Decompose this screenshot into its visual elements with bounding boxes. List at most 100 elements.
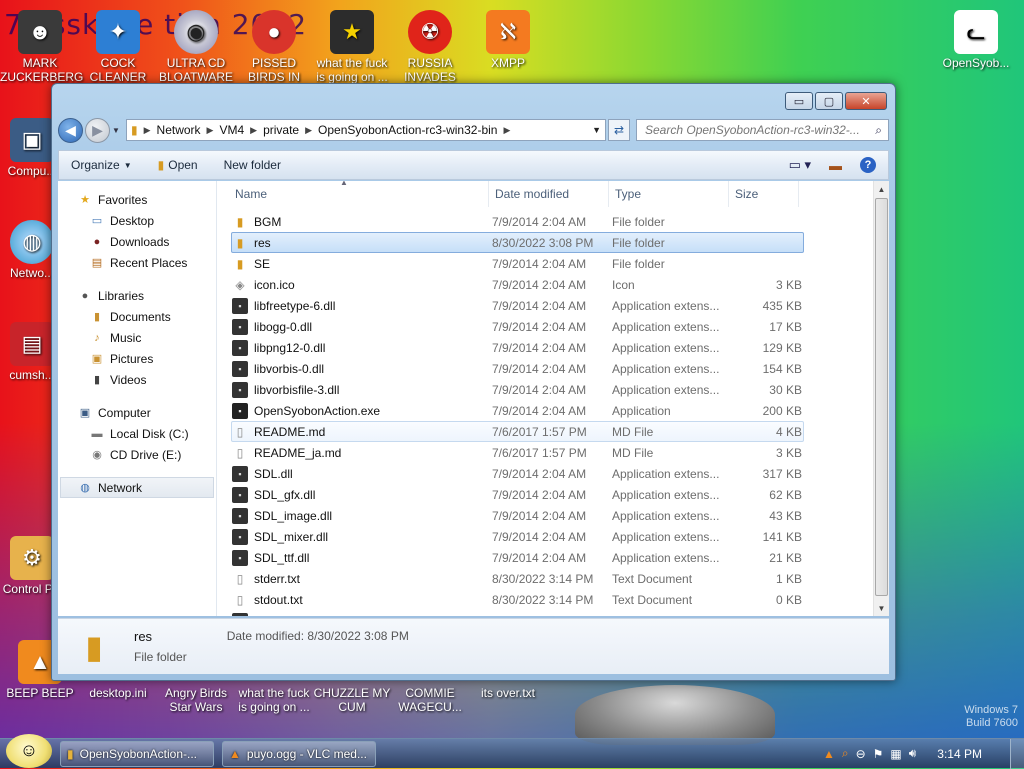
desktop-icon-russia-invades[interactable]: ☢ RUSSIA INVADES <box>390 10 470 84</box>
volume-icon[interactable]: 🔊︎ <box>909 746 917 761</box>
clock[interactable]: 3:14 PM <box>937 747 982 761</box>
file-row[interactable]: ▪ libvorbisfile-3.dll 7/9/2014 2:04 AM Appl… <box>231 379 804 400</box>
arrow-right-icon: ▶ <box>92 121 103 138</box>
desktop-icon-label: ULTRA CD BLOATWARE <box>158 56 233 84</box>
file-row[interactable]: ▮ BGM 7/9/2014 2:04 AM File folder <box>231 211 804 232</box>
desktop-icon-cock-cleaner[interactable]: ✦ COCK CLEANER <box>78 10 158 84</box>
file-row[interactable]: ▪ SDL_mixer.dll 7/9/2014 2:04 AM Applicatio… <box>231 526 804 547</box>
desktop-icon-ultra-cd[interactable]: ◉ ULTRA CD BLOATWARE <box>156 10 236 84</box>
file-row[interactable]: ▪ SDL_image.dll 7/9/2014 2:04 AM Applicatio… <box>231 505 804 526</box>
breadcrumb-network[interactable]: Network <box>157 123 201 137</box>
refresh-button[interactable]: ⇄ <box>608 119 630 141</box>
search-input[interactable] <box>643 122 876 138</box>
file-name: libvorbisfile-3.dll <box>254 382 340 397</box>
taskbar-button-vlc[interactable]: ▲ puyo.ogg - VLC med... <box>222 740 376 767</box>
help-icon[interactable]: ? <box>860 157 876 173</box>
breadcrumb-private[interactable]: private <box>263 123 299 137</box>
nav-libraries[interactable]: ● Libraries <box>58 285 216 306</box>
desktop-icon-what-the-fuck-1[interactable]: ★ what the fuck is going on ... <box>312 10 392 84</box>
breadcrumb-current[interactable]: OpenSyobonAction-rc3-win32-bin <box>318 123 497 137</box>
nav-recent-places[interactable]: ▤ Recent Places <box>58 252 216 273</box>
network-tray-icon[interactable]: ▦ <box>890 747 901 761</box>
file-row[interactable]: ▪ libvorbis-0.dll 7/9/2014 2:04 AM Applicat… <box>231 358 804 379</box>
file-row[interactable]: ▯ README.md 7/6/2017 1:57 PM MD File 4 KB <box>231 421 804 442</box>
tray-circle-icon[interactable]: ⊖ <box>856 747 866 761</box>
nav-documents[interactable]: ▮ Documents <box>58 306 216 327</box>
breadcrumb-vm4[interactable]: VM4 <box>219 123 244 137</box>
nav-videos[interactable]: ▮ Videos <box>58 369 216 390</box>
file-row[interactable]: ▮ SE 7/9/2014 2:04 AM File folder <box>231 253 804 274</box>
file-row[interactable]: ▯ stdout.txt 8/30/2022 3:14 PM Text Documen… <box>231 589 804 610</box>
start-button[interactable]: ☺ <box>6 733 52 768</box>
breadcrumb-separator-icon[interactable]: ▶ <box>250 125 257 136</box>
file-row[interactable]: ▪ libpng12-0.dll 7/9/2014 2:04 AM Applicati… <box>231 337 804 358</box>
desktop-icon-xmpp[interactable]: ℵ XMPP <box>468 10 548 70</box>
file-date: 7/9/2014 2:04 AM <box>492 214 587 229</box>
breadcrumb-separator-icon[interactable]: ▶ <box>305 125 312 136</box>
search-box[interactable]: ⌕ <box>636 119 889 141</box>
breadcrumb-separator-icon[interactable]: ▶ <box>144 125 151 136</box>
desktop-icon-opensyobon[interactable]: ᓚ OpenSyob... <box>936 10 1016 70</box>
nav-cd-drive[interactable]: ◉ CD Drive (E:) <box>58 444 216 465</box>
file-row[interactable]: ▯ stderr.txt 8/30/2022 3:14 PM Text Documen… <box>231 568 804 589</box>
preview-pane-icon[interactable]: ▬ <box>829 158 842 173</box>
organize-button[interactable]: Organize ▼ <box>71 158 132 172</box>
nav-music[interactable]: ♪ Music <box>58 327 216 348</box>
nav-computer[interactable]: ▣ Computer <box>58 402 216 423</box>
nav-local-disk[interactable]: ▬ Local Disk (C:) <box>58 423 216 444</box>
file-row[interactable]: ▪ zlib1.dll 7/9/2014 2:04 AMApplication ex… <box>231 610 804 616</box>
address-bar[interactable]: ▮ ▶ Network ▶ VM4 ▶ private ▶ OpenSyobon… <box>126 119 606 141</box>
new-folder-button[interactable]: New folder <box>224 158 281 172</box>
nav-pictures[interactable]: ▣ Pictures <box>58 348 216 369</box>
column-header-type[interactable]: Type <box>609 181 729 207</box>
file-name-cell: ▮ SE <box>232 256 492 272</box>
column-header-name[interactable]: Name <box>217 181 489 207</box>
nav-desktop[interactable]: ▭ Desktop <box>58 210 216 231</box>
minimize-button[interactable]: ▭ <box>785 92 813 110</box>
search-tray-icon[interactable]: ⌕ <box>842 746 849 761</box>
recent-pages-dropdown[interactable]: ▼ <box>112 126 122 135</box>
change-view-icon[interactable]: ▭ ▾ <box>789 157 811 173</box>
vlc-tray-icon[interactable]: ▲ <box>823 747 835 761</box>
desktop-icon-mark-zuckerberg[interactable]: ☻ MARK ZUCKERBERG <box>0 10 83 84</box>
nav-favorites[interactable]: ★ Favorites <box>58 189 216 210</box>
file-name: libfreetype-6.dll <box>254 298 336 313</box>
column-header-size[interactable]: Size <box>729 181 799 207</box>
search-icon[interactable]: ⌕ <box>875 123 882 138</box>
file-name-cell: ▪ zlib1.dll <box>232 612 492 616</box>
file-rows: ▮ BGM 7/9/2014 2:04 AM File folder ▮ res 8/30/… <box>217 211 873 616</box>
address-history-dropdown-icon[interactable]: ▼ <box>592 125 601 135</box>
file-date: 7/9/2014 2:04 AM <box>492 466 587 481</box>
file-row[interactable]: ▯ README_ja.md 7/6/2017 1:57 PM MD File 3 KB <box>231 442 804 463</box>
taskbar-button-explorer[interactable]: ▮ OpenSyobonAction-... <box>60 740 214 767</box>
scroll-down-icon[interactable]: ▼ <box>874 600 889 616</box>
file-size: 1 KB <box>775 571 802 586</box>
breadcrumb-separator-icon[interactable]: ▶ <box>503 125 510 136</box>
file-row[interactable]: ▪ libogg-0.dll 7/9/2014 2:04 AM Application… <box>231 316 804 337</box>
file-row[interactable]: ▮ res 8/30/2022 3:08 PM File folder <box>231 232 804 253</box>
details-pane: ▮ res File folder Date modified: 8/30/20… <box>58 618 889 674</box>
file-name: SDL_ttf.dll <box>254 550 310 565</box>
maximize-button[interactable]: ▢ <box>815 92 843 110</box>
scroll-up-icon[interactable]: ▲ <box>874 181 889 197</box>
file-row[interactable]: ▪ SDL_gfx.dll 7/9/2014 2:04 AM Application … <box>231 484 804 505</box>
close-button[interactable]: ✕ <box>845 92 887 110</box>
nav-network[interactable]: ◍ Network <box>60 477 214 498</box>
forward-button[interactable]: ▶ <box>85 117 110 143</box>
file-row[interactable]: ▪ SDL.dll 7/9/2014 2:04 AM Application exte… <box>231 463 804 484</box>
column-header-date[interactable]: Date modified <box>489 181 609 207</box>
sort-ascending-icon: ▲ <box>340 181 348 187</box>
open-button[interactable]: ▮ Open <box>158 158 198 172</box>
breadcrumb-separator-icon[interactable]: ▶ <box>207 125 214 136</box>
action-center-flag-icon[interactable]: ⚑ <box>873 747 884 761</box>
nav-downloads[interactable]: ● Downloads <box>58 231 216 252</box>
file-type: Application extens... <box>612 487 720 502</box>
scrollbar-thumb[interactable] <box>875 198 888 596</box>
show-desktop-button[interactable] <box>1010 738 1024 769</box>
file-row[interactable]: ▪ libfreetype-6.dll 7/9/2014 2:04 AM Applic… <box>231 295 804 316</box>
back-button[interactable]: ◀ <box>58 117 83 143</box>
vertical-scrollbar[interactable]: ▲ ▼ <box>873 181 889 616</box>
file-row[interactable]: ▪ OpenSyobonAction.exe 7/9/2014 2:04 AM App… <box>231 400 804 421</box>
file-row[interactable]: ▪ SDL_ttf.dll 7/9/2014 2:04 AM Application … <box>231 547 804 568</box>
file-row[interactable]: ◈ icon.ico 7/9/2014 2:04 AM Icon 3 KB <box>231 274 804 295</box>
